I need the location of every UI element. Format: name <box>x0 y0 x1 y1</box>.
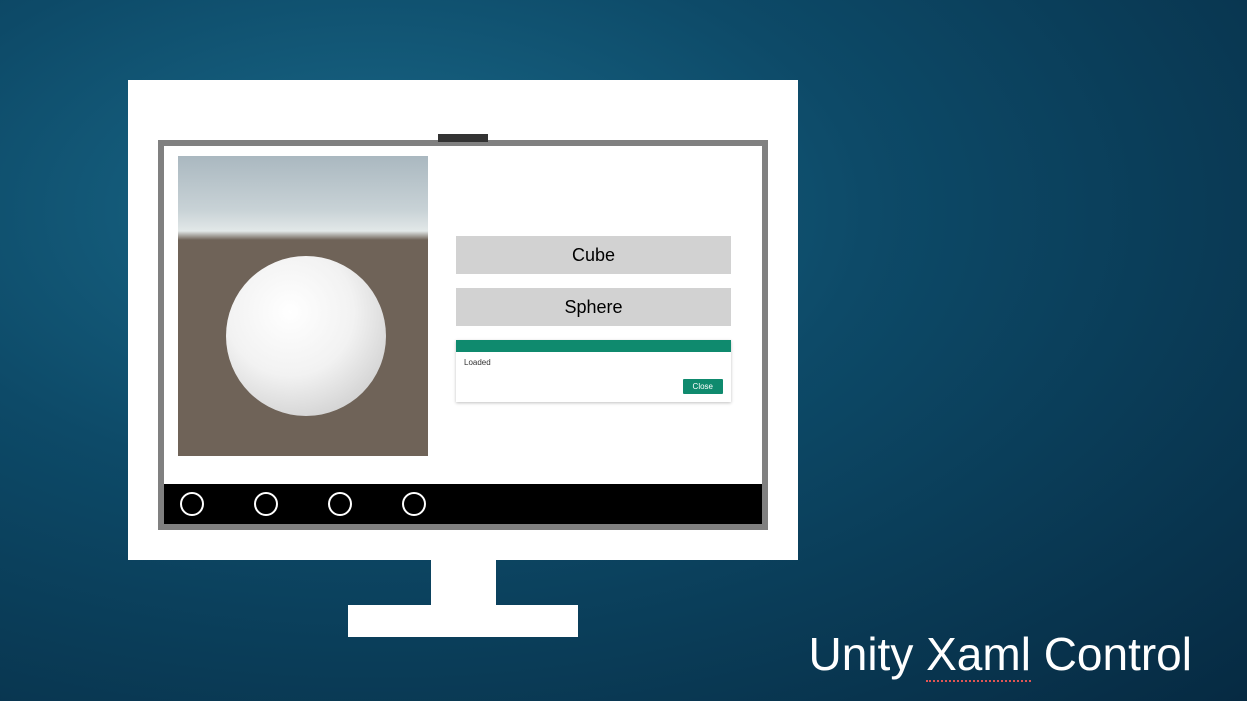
app-bar <box>164 484 762 524</box>
app-screen: Cube Sphere Loaded Close <box>158 140 768 530</box>
slide-title: Unity Xaml Control <box>809 627 1192 681</box>
screen-content: Cube Sphere Loaded Close <box>164 146 762 484</box>
monitor-base <box>348 605 578 637</box>
monitor-illustration: Cube Sphere Loaded Close <box>128 80 798 655</box>
monitor-bezel: Cube Sphere Loaded Close <box>128 80 798 560</box>
appbar-button-3[interactable] <box>328 492 352 516</box>
title-underlined: Xaml <box>926 628 1031 682</box>
sphere-button[interactable]: Sphere <box>456 288 731 326</box>
dialog-message: Loaded <box>464 358 723 367</box>
cube-button[interactable]: Cube <box>456 236 731 274</box>
xaml-panel: Cube Sphere Loaded Close <box>428 146 762 484</box>
dialog-body: Loaded Close <box>456 352 731 402</box>
loaded-dialog: Loaded Close <box>456 340 731 402</box>
appbar-button-4[interactable] <box>402 492 426 516</box>
unity-viewport[interactable] <box>178 156 428 456</box>
monitor-neck <box>431 560 496 605</box>
appbar-button-2[interactable] <box>254 492 278 516</box>
title-prefix: Unity <box>809 628 927 680</box>
close-button[interactable]: Close <box>683 379 723 394</box>
title-suffix: Control <box>1031 628 1192 680</box>
sphere-3d-object <box>226 256 386 416</box>
appbar-button-1[interactable] <box>180 492 204 516</box>
dialog-header <box>456 340 731 352</box>
